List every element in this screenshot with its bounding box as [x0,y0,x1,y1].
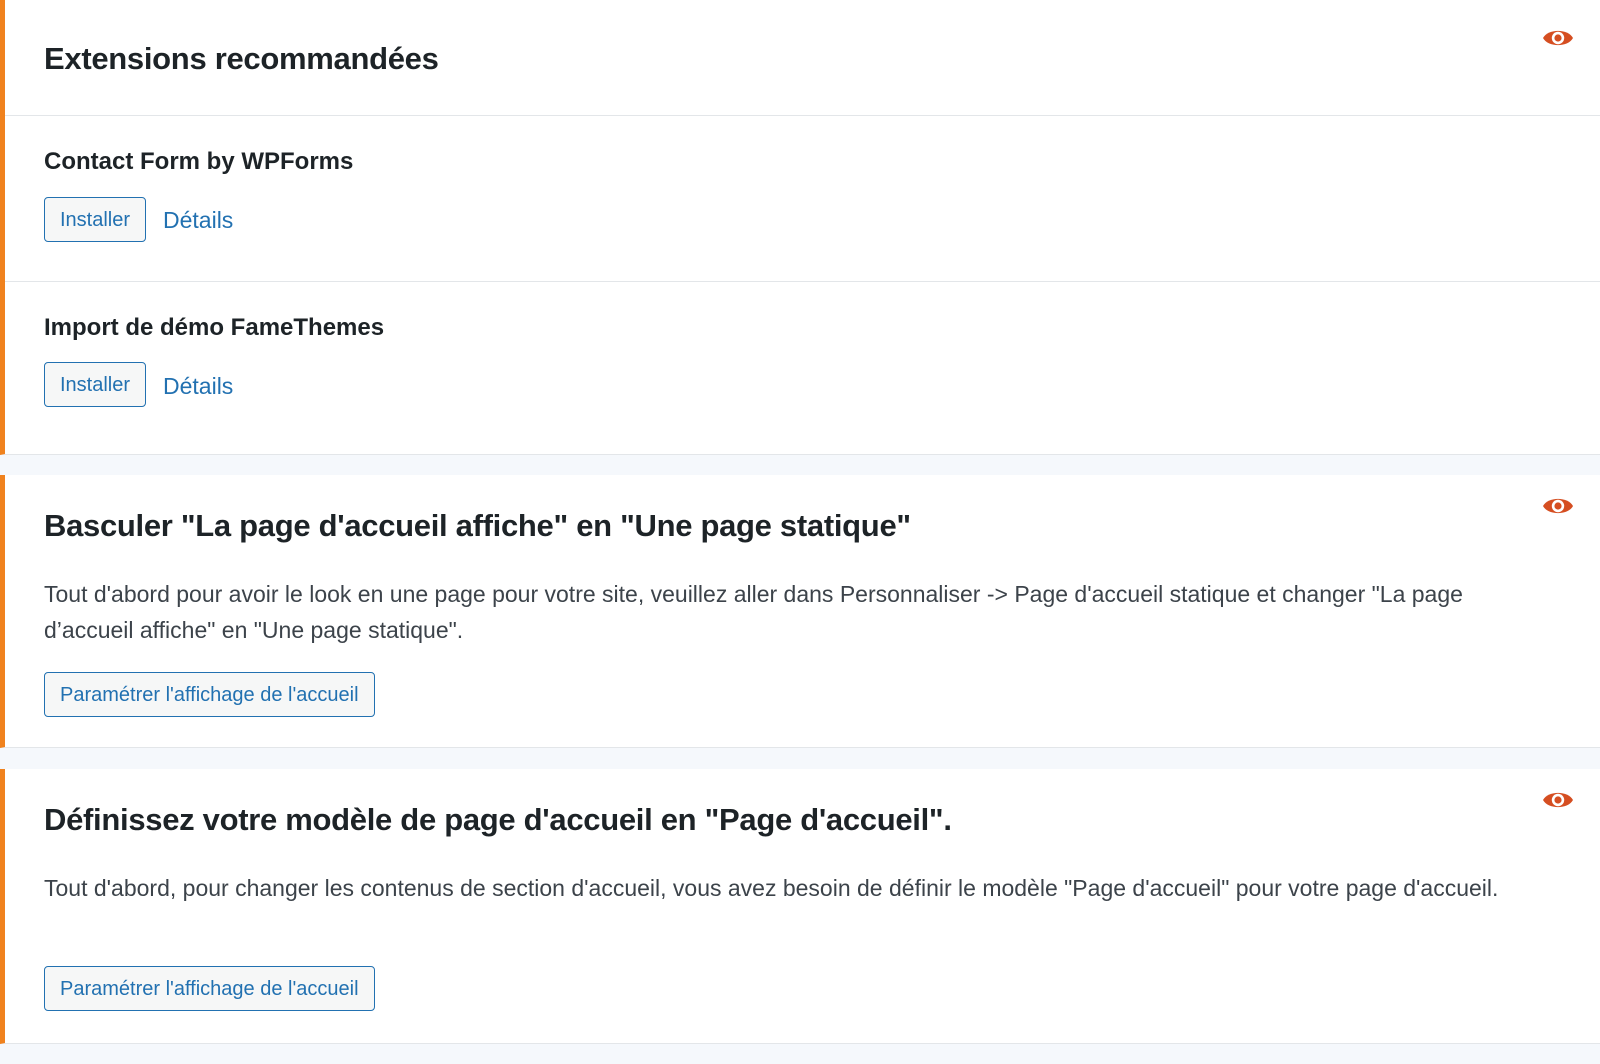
eye-icon[interactable] [1542,495,1574,517]
card-title: Basculer "La page d'accueil affiche" en … [44,508,911,543]
install-button[interactable]: Installer [44,197,147,242]
plugin-name: Import de démo FameThemes [44,314,385,341]
eye-icon[interactable] [1542,789,1574,811]
card-title: Définissez votre modèle de page d'accuei… [44,802,952,837]
static-frontpage-card: Basculer "La page d'accueil affiche" en … [0,475,1600,748]
homepage-template-card: Définissez votre modèle de page d'accuei… [0,769,1600,1044]
divider [5,281,1600,282]
card-title: Extensions recommandées [44,41,439,76]
details-link[interactable]: Détails [163,207,233,234]
install-button[interactable]: Installer [44,362,147,407]
plugin-name: Contact Form by WPForms [44,148,354,175]
card-description: Tout d'abord, pour changer les contenus … [44,875,1499,901]
card-description: Tout d'abord pour avoir le look en une p… [44,581,1463,643]
divider [5,115,1600,116]
recommended-plugins-card: Extensions recommandées Contact Form by … [0,0,1600,455]
setup-homepage-button[interactable]: Paramétrer l'affichage de l'accueil [44,966,375,1011]
eye-icon[interactable] [1542,27,1574,49]
details-link[interactable]: Détails [163,373,233,400]
setup-homepage-button[interactable]: Paramétrer l'affichage de l'accueil [44,672,375,717]
